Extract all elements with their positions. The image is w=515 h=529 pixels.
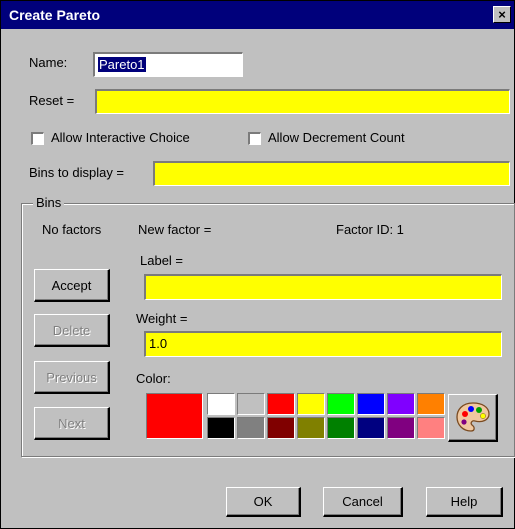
color-swatch[interactable] — [237, 417, 265, 439]
allow-decrement-count-label: Allow Decrement Count — [268, 130, 405, 145]
bins-group-title: Bins — [33, 195, 65, 210]
color-swatch[interactable] — [327, 393, 355, 415]
name-input[interactable]: Pareto1 — [93, 52, 243, 77]
previous-button[interactable]: Previous — [34, 361, 110, 394]
color-swatch[interactable] — [297, 417, 325, 439]
selected-color-swatch[interactable] — [146, 393, 203, 439]
next-button[interactable]: Next — [34, 407, 110, 440]
label-input[interactable] — [144, 274, 502, 300]
no-factors-text: No factors — [42, 222, 102, 237]
reset-label: Reset = — [29, 93, 75, 108]
weight-input[interactable]: 1.0 — [144, 331, 502, 357]
color-swatch[interactable] — [387, 417, 415, 439]
color-swatch[interactable] — [387, 393, 415, 415]
color-swatch[interactable] — [267, 417, 295, 439]
reset-input[interactable] — [95, 89, 510, 114]
name-input-value: Pareto1 — [98, 57, 146, 72]
cancel-button[interactable]: Cancel — [323, 487, 403, 517]
color-swatch[interactable] — [237, 393, 265, 415]
close-button[interactable]: × — [493, 6, 511, 23]
paint-palette-icon — [456, 402, 490, 432]
title-bar: Create Pareto × — [1, 1, 514, 29]
bins-to-display-label: Bins to display = — [29, 165, 125, 180]
color-swatch[interactable] — [297, 393, 325, 415]
color-swatch[interactable] — [207, 393, 235, 415]
allow-decrement-count-checkbox[interactable] — [248, 132, 261, 145]
new-factor-label: New factor = — [138, 222, 212, 237]
color-swatch[interactable] — [417, 417, 445, 439]
window-title: Create Pareto — [9, 7, 101, 23]
color-label: Color: — [136, 371, 171, 386]
color-swatch[interactable] — [357, 393, 385, 415]
bins-to-display-input[interactable] — [153, 161, 510, 186]
delete-button[interactable]: Delete — [34, 314, 110, 347]
color-swatch[interactable] — [267, 393, 295, 415]
allow-interactive-choice-label: Allow Interactive Choice — [51, 130, 190, 145]
create-pareto-dialog: Create Pareto × Name: Pareto1 Reset = Al… — [0, 0, 515, 529]
factor-id-text: Factor ID: 1 — [336, 222, 404, 237]
color-swatch[interactable] — [417, 393, 445, 415]
custom-color-button[interactable] — [448, 394, 498, 442]
color-swatch[interactable] — [207, 417, 235, 439]
allow-interactive-choice-checkbox[interactable] — [31, 132, 44, 145]
color-swatch[interactable] — [327, 417, 355, 439]
color-swatch[interactable] — [357, 417, 385, 439]
ok-button[interactable]: OK — [226, 487, 301, 517]
accept-button[interactable]: Accept — [34, 269, 110, 302]
help-button[interactable]: Help — [426, 487, 503, 517]
label-label: Label = — [140, 253, 184, 268]
weight-label: Weight = — [136, 311, 188, 326]
name-label: Name: — [29, 55, 68, 70]
